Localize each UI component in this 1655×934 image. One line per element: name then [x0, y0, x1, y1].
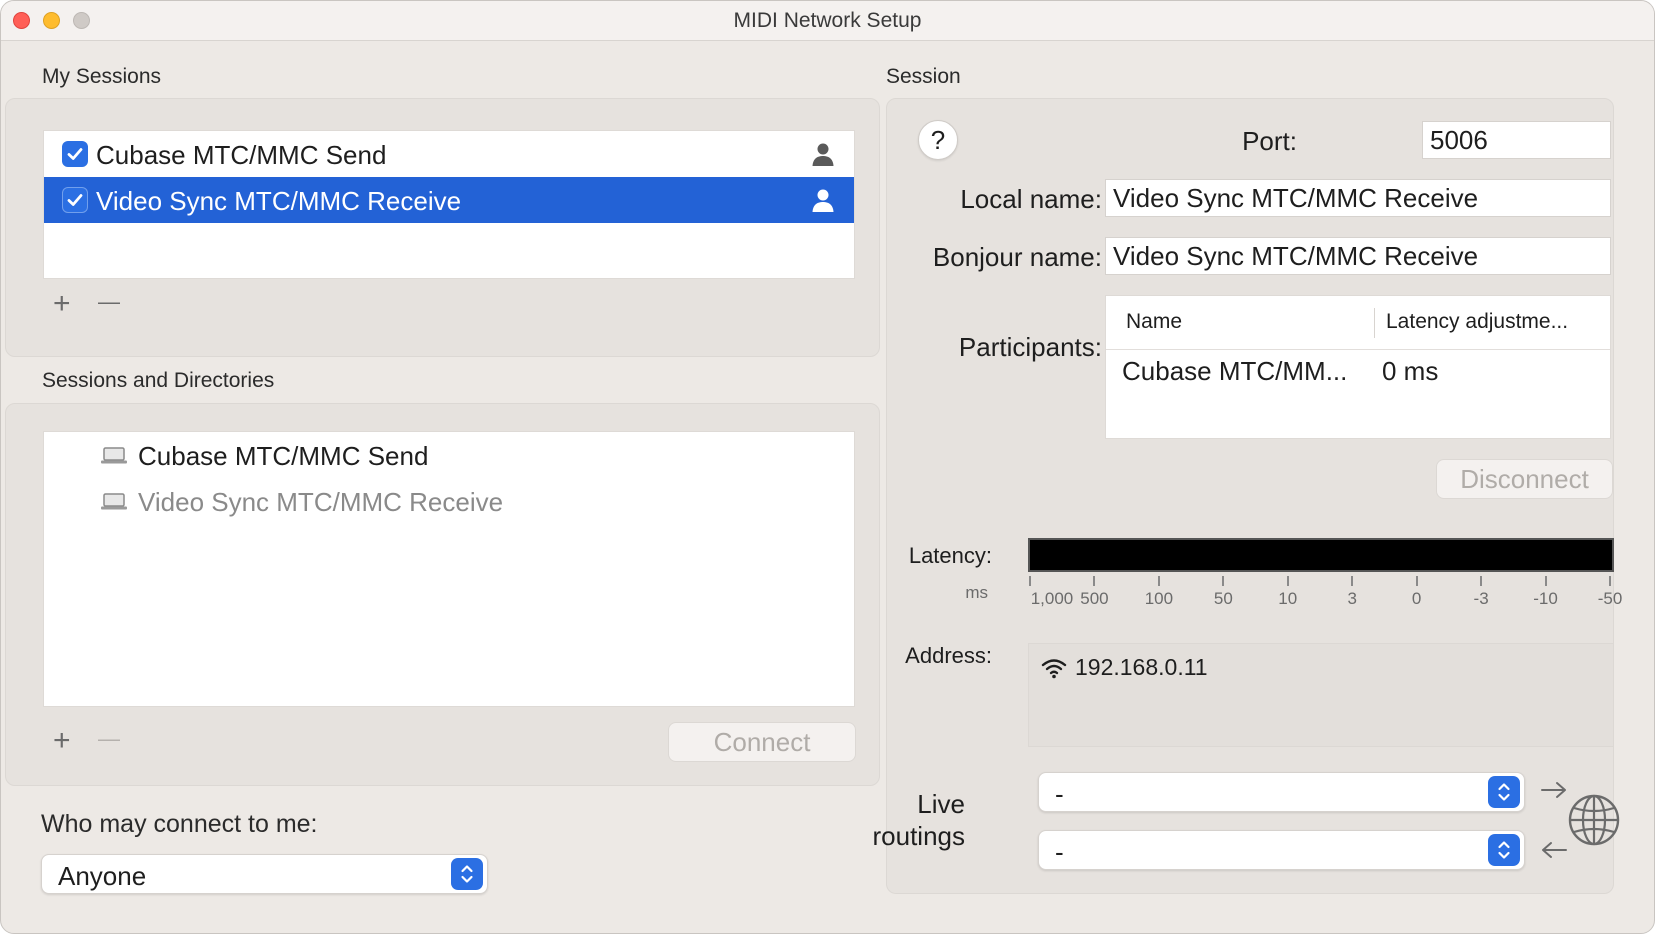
latency-tick-label: -10 [1533, 589, 1558, 608]
live-routings-label-line1: Live [917, 789, 965, 819]
session-name: Cubase MTC/MMC Send [96, 140, 387, 170]
person-icon [812, 189, 834, 212]
routing-out-value: - [1055, 779, 1064, 809]
bonjour-name-label: Bonjour name: [932, 242, 1102, 272]
my-sessions-heading: My Sessions [42, 65, 162, 88]
window-title: MIDI Network Setup [733, 9, 922, 32]
midi-network-setup-window: MIDI Network Setup My Sessions Cubase MT… [0, 0, 1655, 934]
add-session-button[interactable]: + [53, 289, 71, 319]
port-label: Port: [1242, 126, 1297, 156]
latency-tick [1609, 576, 1611, 586]
latency-tick-label: 500 [1080, 589, 1109, 608]
help-button[interactable]: ? [918, 120, 958, 160]
address-box: 192.168.0.11 [1028, 643, 1614, 747]
directory-list[interactable]: Cubase MTC/MMC Send Video Sync MTC/MMC R… [43, 431, 855, 707]
local-name-field[interactable]: Video Sync MTC/MMC Receive [1105, 179, 1611, 217]
latency-unit-label: ms [965, 583, 988, 602]
routing-in-value: - [1055, 837, 1064, 867]
chevron-updown-icon [1488, 834, 1520, 866]
sessions-directories-heading: Sessions and Directories [42, 369, 275, 392]
session-row-video-sync[interactable]: Video Sync MTC/MMC Receive [44, 177, 854, 223]
latency-tick [1093, 576, 1096, 586]
sessions-directories-group: Cubase MTC/MMC Send Video Sync MTC/MMC R… [5, 403, 880, 786]
routing-in-popup[interactable]: - [1038, 830, 1525, 870]
address-value[interactable]: 192.168.0.11 [1075, 654, 1208, 681]
session-group: ? Port: 5006 Local name: Video Sync MTC/… [873, 98, 1622, 894]
port-field[interactable]: 5006 [1422, 121, 1611, 159]
directory-item-label: Video Sync MTC/MMC Receive [138, 487, 504, 517]
session-heading: Session [886, 65, 961, 88]
title-bar: MIDI Network Setup [1, 1, 1654, 41]
latency-tick [1222, 576, 1225, 586]
person-icon [812, 143, 834, 166]
globe-icon [1568, 794, 1620, 846]
latency-tick-label: 3 [1347, 589, 1357, 608]
header-divider [1106, 349, 1610, 350]
session-enabled-checkbox[interactable] [62, 141, 88, 167]
session-name: Video Sync MTC/MMC Receive [96, 186, 462, 216]
laptop-icon [101, 447, 127, 464]
latency-tick-label: 100 [1144, 589, 1174, 608]
who-may-connect-value: Anyone [58, 861, 147, 891]
participant-latency: 0 ms [1382, 356, 1439, 386]
latency-tick-label: 50 [1213, 589, 1233, 608]
latency-tick-label: 10 [1278, 589, 1298, 608]
latency-tick-label: 0 [1411, 589, 1422, 608]
chevron-updown-icon [451, 858, 483, 890]
session-row-cubase[interactable]: Cubase MTC/MMC Send [44, 131, 854, 177]
checkmark-icon [67, 194, 83, 206]
who-may-connect-popup[interactable]: Anyone [41, 854, 488, 894]
checkmark-icon [67, 148, 83, 160]
latency-tick [1544, 576, 1547, 586]
wifi-icon [1041, 659, 1067, 679]
latency-tick [1415, 576, 1418, 586]
session-enabled-checkbox[interactable] [62, 187, 88, 213]
routing-out-popup[interactable]: - [1038, 772, 1525, 812]
latency-tick [1286, 576, 1289, 586]
column-header-name[interactable]: Name [1126, 310, 1182, 334]
latency-tick [1157, 576, 1160, 586]
chevron-updown-icon [1488, 776, 1520, 808]
latency-meter [1028, 538, 1614, 572]
disconnect-button[interactable]: Disconnect [1436, 459, 1613, 499]
participant-name[interactable]: Cubase MTC/MM... [1122, 356, 1347, 387]
connect-button[interactable]: Connect [668, 722, 856, 762]
latency-label: Latency: [908, 543, 992, 568]
latency-tick [1480, 576, 1483, 586]
latency-tick-label: -50 [1597, 589, 1623, 608]
laptop-icon [101, 493, 127, 510]
directory-item-label: Cubase MTC/MMC Send [138, 441, 429, 471]
address-label: Address: [905, 643, 992, 668]
live-routings-label-line2: routings [872, 821, 966, 851]
local-name-label: Local name: [960, 184, 1102, 214]
column-divider [1374, 308, 1375, 338]
my-sessions-group: Cubase MTC/MMC Send Video Sync MTC/MMC R… [5, 98, 880, 357]
my-sessions-list[interactable]: Cubase MTC/MMC Send Video Sync MTC/MMC R… [43, 130, 855, 279]
bonjour-name-field[interactable]: Video Sync MTC/MMC Receive [1105, 237, 1611, 275]
arrow-left-icon [1542, 842, 1567, 858]
participants-table[interactable]: Name Latency adjustme... Cubase MTC/MM..… [1105, 295, 1611, 439]
participants-label: Participants: [958, 332, 1102, 362]
latency-tick [1351, 576, 1354, 586]
remove-session-button[interactable]: — [98, 287, 120, 317]
add-directory-button[interactable]: + [53, 726, 71, 756]
arrow-right-icon [1541, 782, 1566, 798]
column-header-latency[interactable]: Latency adjustme... [1386, 310, 1568, 334]
who-may-connect-label: Who may connect to me: [41, 810, 318, 838]
latency-tick-label: -3 [1473, 589, 1489, 608]
remove-directory-button[interactable]: — [98, 724, 120, 754]
latency-tick [1029, 576, 1031, 586]
